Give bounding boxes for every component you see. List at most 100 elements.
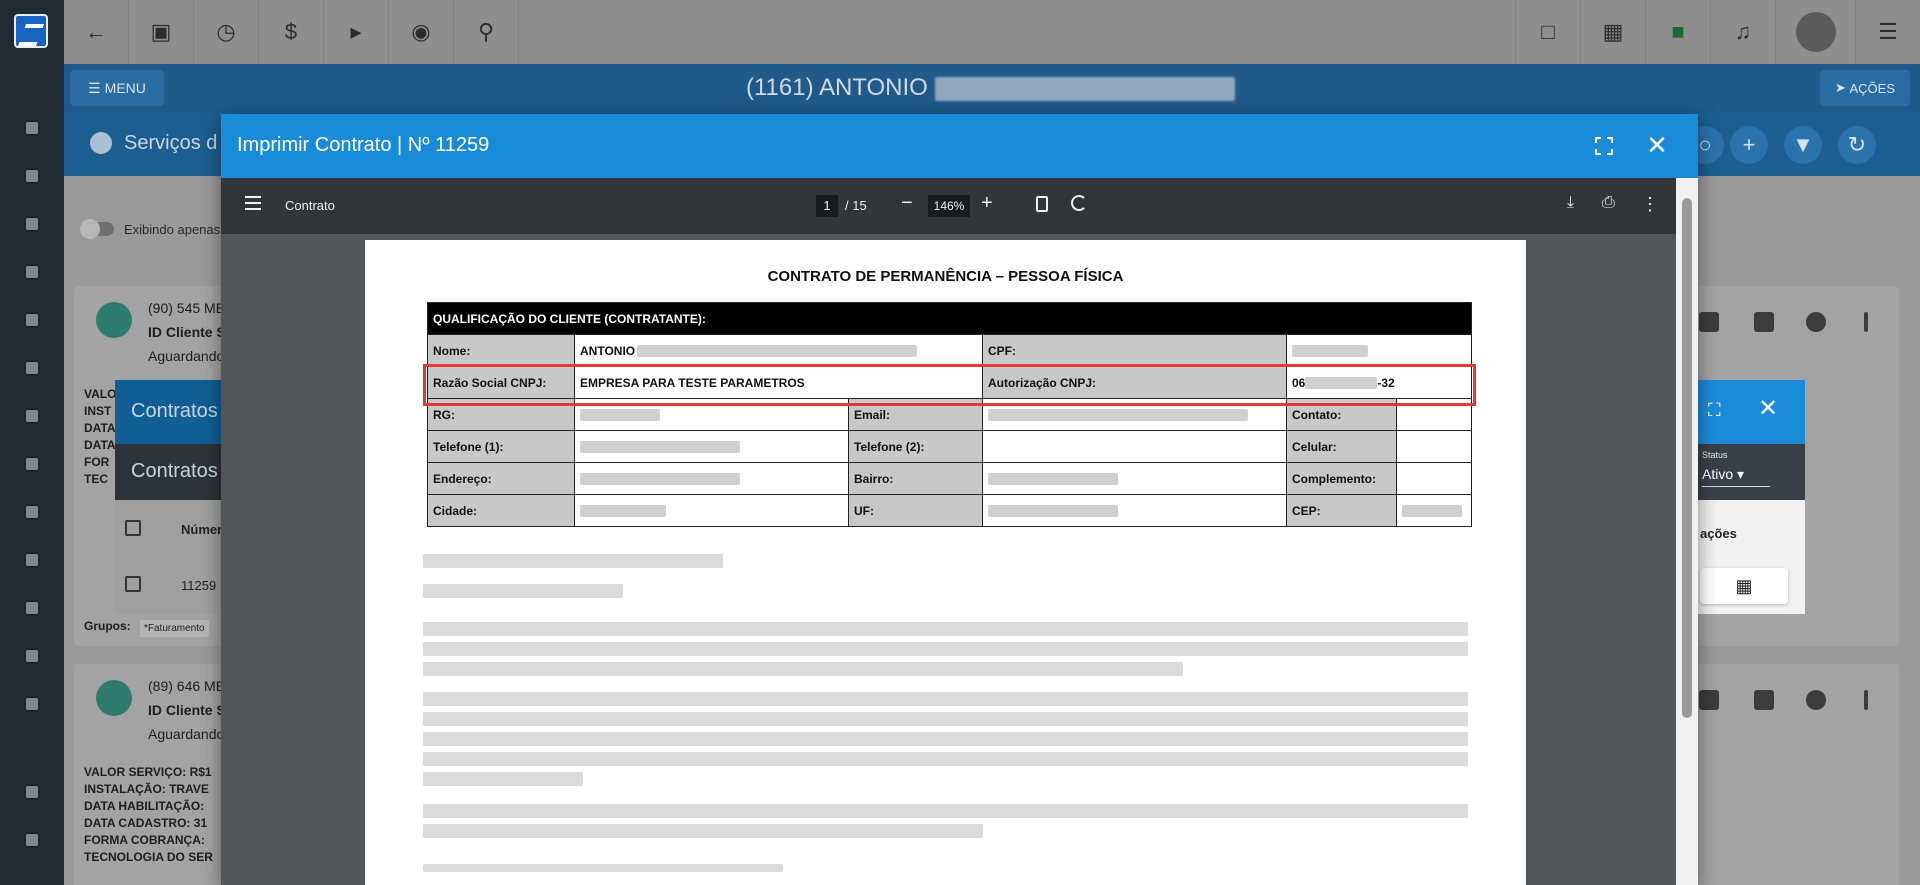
card-detail-line: DATA HABILITAÇÃO: [84, 799, 205, 813]
group-chip[interactable]: *Faturamento [140, 620, 209, 637]
redacted [580, 473, 740, 486]
print-icon[interactable]: ⎙ [1602, 194, 1615, 212]
rotate-icon[interactable] [1071, 195, 1087, 211]
value-bairro [982, 462, 1287, 495]
more-vert-icon[interactable] [1864, 690, 1868, 710]
redacted [580, 409, 660, 422]
search-button[interactable]: ⚲ [454, 0, 519, 64]
label-celular: Celular: [1286, 430, 1397, 463]
chart-icon[interactable] [26, 170, 38, 182]
card-detail-line: DATA [84, 438, 116, 452]
app-logo[interactable] [14, 14, 48, 48]
card-details: VALO INST DATA DATA FOR TEC [84, 386, 116, 488]
document-icon[interactable] [26, 650, 38, 662]
menu-label: MENU [104, 80, 146, 96]
back-button[interactable]: ← [64, 0, 129, 64]
money-icon[interactable] [26, 458, 38, 470]
document-title: CONTRATO DE PERMANÊNCIA – PESSOA FÍSICA [767, 268, 1124, 285]
label-cep: CEP: [1286, 494, 1397, 527]
acoes-button[interactable]: ➤ AÇÕES [1820, 70, 1910, 106]
card-detail-line: FORMA COBRANÇA: [84, 833, 205, 847]
contracts-dialog-header-right: ⛶ ✕ [1698, 380, 1805, 444]
pdf-button[interactable]: □ [1515, 0, 1580, 64]
more-vert-icon[interactable]: ⋮ [1641, 194, 1659, 215]
view-button[interactable]: ◉ [389, 0, 454, 64]
zoom-in-icon[interactable]: + [981, 192, 993, 215]
close-icon[interactable]: ✕ [1642, 130, 1672, 160]
filter-toggle[interactable] [80, 219, 114, 239]
chat-button[interactable]: ■ [1645, 0, 1710, 64]
download-icon[interactable]: ⤓ [1567, 194, 1574, 212]
label-nome: Nome: [427, 334, 575, 367]
client-card-button[interactable]: ▣ [129, 0, 194, 64]
notes-icon[interactable] [1754, 690, 1774, 710]
fullscreen-icon[interactable]: ⛶ [1708, 400, 1721, 421]
server-icon[interactable] [26, 602, 38, 614]
page-number-input[interactable]: 1 [816, 195, 838, 217]
contracts-dialog-title: Contratos [131, 400, 218, 422]
location-icon[interactable] [26, 506, 38, 518]
modal-header: Imprimir Contrato | Nº 11259 ✕ [221, 114, 1698, 178]
calendar-icon[interactable] [26, 314, 38, 326]
fit-page-icon[interactable] [1036, 196, 1048, 212]
card-detail-line: INSTALAÇÃO: TRAVE [84, 782, 209, 796]
badge-button[interactable]: ▦ [1580, 0, 1645, 64]
schedule-button[interactable]: ◷ [194, 0, 259, 64]
service-speed: (89) 646 MB [148, 678, 226, 694]
print-contract-modal: Imprimir Contrato | Nº 11259 ✕ Contrato … [221, 114, 1698, 885]
box-icon[interactable] [26, 410, 38, 422]
redacted-paragraph [423, 804, 1468, 818]
value-cpf [1286, 334, 1472, 367]
close-icon[interactable]: ✕ [1758, 394, 1778, 423]
refresh-button[interactable]: ↻ [1838, 126, 1876, 164]
dashboard-icon[interactable] [26, 122, 38, 134]
redacted [1402, 505, 1462, 518]
finance-button[interactable]: $ [259, 0, 324, 64]
settings-icon[interactable] [26, 698, 38, 710]
card-detail-line: TEC [84, 472, 108, 486]
more-menu-button[interactable]: ☰ [1855, 0, 1920, 64]
user-menu[interactable] [1775, 0, 1855, 64]
hamburger-icon[interactable] [245, 196, 261, 210]
client-title-text: (1161) ANTONIO [746, 74, 928, 101]
list-icon[interactable] [1699, 690, 1719, 710]
filter-button[interactable]: ▼ [1784, 126, 1822, 164]
youtube-icon[interactable] [26, 786, 38, 798]
bell-icon[interactable]: ♫ [1710, 0, 1775, 64]
list-icon[interactable] [26, 554, 38, 566]
gear-icon[interactable] [1806, 312, 1826, 332]
contacts-icon[interactable] [26, 218, 38, 230]
briefcase-icon[interactable] [26, 362, 38, 374]
notes-icon[interactable] [1754, 312, 1774, 332]
fullscreen-icon[interactable] [1592, 134, 1616, 158]
grid-icon[interactable]: ▦ [1700, 568, 1788, 604]
wiki-icon[interactable] [26, 834, 38, 846]
status-label: Status [1702, 450, 1728, 460]
modal-scrollbar[interactable] [1676, 178, 1698, 885]
redacted-paragraph [423, 554, 723, 568]
zoom-level-input[interactable]: 146% [928, 195, 970, 217]
redacted-paragraph [423, 692, 1468, 706]
hourglass-icon [96, 680, 132, 716]
gear-icon[interactable] [1806, 690, 1826, 710]
client-qualification-table: QUALIFICAÇÃO DO CLIENTE (CONTRATANTE): N… [427, 302, 1472, 527]
select-all-checkbox[interactable] [125, 520, 141, 536]
value-complemento [1396, 462, 1472, 495]
more-vert-icon[interactable] [1864, 312, 1868, 332]
menu-button[interactable]: ☰ MENU [70, 70, 164, 106]
row-checkbox[interactable] [125, 576, 141, 592]
contracts-dialog-subtitle: Contratos [131, 460, 218, 482]
add-button[interactable]: + [1730, 126, 1768, 164]
status-select[interactable]: Ativo ▾ [1702, 466, 1770, 487]
book-icon[interactable] [26, 266, 38, 278]
terminal-button[interactable]: ▸ [324, 0, 389, 64]
list-icon[interactable] [1699, 312, 1719, 332]
modal-scroll-thumb[interactable] [1682, 198, 1692, 718]
zoom-out-icon[interactable]: − [901, 192, 913, 215]
service-speed: (90) 545 MB [148, 300, 226, 316]
pdf-viewport[interactable]: CONTRATO DE PERMANÊNCIA – PESSOA FÍSICA … [221, 234, 1676, 885]
card-detail-line: DATA CADASTRO: 31 [84, 816, 208, 830]
redacted [637, 345, 918, 358]
redacted-paragraph [423, 584, 623, 598]
contracts-dialog-right: ⛶ ✕ Status Ativo ▾ ações ▦ [1698, 380, 1805, 614]
